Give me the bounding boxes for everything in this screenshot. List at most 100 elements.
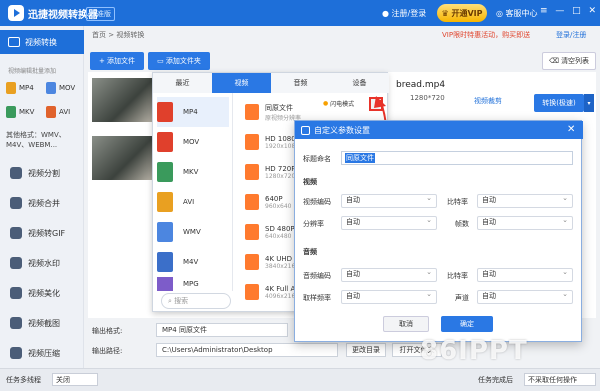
- sidebar-item-split[interactable]: 视频分割: [0, 160, 84, 186]
- format-mkv[interactable]: MKV: [6, 102, 44, 122]
- cancel-button[interactable]: 取消: [383, 316, 429, 332]
- convert-button[interactable]: 转换(极速): [534, 94, 584, 112]
- user-icon: ●: [382, 9, 392, 18]
- tab-video[interactable]: 视频: [212, 73, 271, 93]
- channel-select[interactable]: 自动: [477, 290, 573, 304]
- output-format-label: 输出格式:: [92, 327, 123, 335]
- window-controls: ≡ — □ ✕: [540, 6, 596, 16]
- gif-icon: [10, 227, 22, 239]
- resolution-select[interactable]: 自动: [341, 216, 437, 230]
- folder-icon: ▭: [157, 57, 166, 65]
- multi-thread-select[interactable]: 关闭: [52, 373, 98, 386]
- list-item[interactable]: AVI: [157, 187, 229, 217]
- vip-label: 开通VIP: [451, 8, 483, 18]
- list-item[interactable]: MOV: [157, 127, 229, 157]
- name-label: 标题命名: [303, 155, 331, 163]
- video-codec-label: 视频编码: [303, 198, 331, 206]
- video-file-icon: [245, 284, 259, 300]
- sample-rate-select[interactable]: 自动: [341, 290, 437, 304]
- crown-icon: ♛: [441, 8, 452, 18]
- menu-icon[interactable]: ≡: [540, 6, 548, 16]
- add-folder-button[interactable]: ▭ 添加文件夹: [148, 52, 210, 70]
- format-label: MOV: [183, 138, 200, 146]
- tab-audio[interactable]: 音频: [271, 73, 330, 93]
- resolution-name: SD 480P: [265, 224, 295, 233]
- video-thumbnail[interactable]: [92, 78, 152, 122]
- list-item[interactable]: WMV: [157, 217, 229, 247]
- sidebar-item-gif[interactable]: 视频转GIF: [0, 220, 84, 246]
- vip-promo[interactable]: VIP限时特惠活动，购买即送: [442, 30, 530, 40]
- bitrate-select[interactable]: 自动: [477, 194, 573, 208]
- video-crop-link[interactable]: 视频裁剪: [474, 96, 502, 106]
- settings-icon: [301, 125, 310, 135]
- output-format-select[interactable]: MP4 同原文件: [156, 323, 288, 337]
- flash-mode-toggle[interactable]: ● 闪电模式: [323, 99, 354, 108]
- video-codec-select[interactable]: 自动: [341, 194, 437, 208]
- audio-section-title: 音频: [303, 248, 317, 256]
- multi-thread-label: 任务多线程: [6, 376, 41, 384]
- format-label: M4V: [183, 258, 199, 266]
- beautify-icon: [10, 287, 22, 299]
- avi-icon: [157, 192, 173, 212]
- status-bar: 任务多线程 关闭 任务完成后 不采取任何操作: [0, 368, 600, 391]
- other-formats[interactable]: 其他格式：WMV、M4V、WEBM...: [6, 130, 80, 150]
- list-item[interactable]: MPG: [157, 277, 229, 291]
- login-label: 注册/登录: [391, 9, 427, 18]
- plus-icon: +: [98, 57, 108, 65]
- sidebar-item-screenshot[interactable]: 视频截图: [0, 310, 84, 336]
- merge-icon: [10, 197, 22, 209]
- header-login-link[interactable]: 登录/注册: [556, 30, 586, 40]
- sidebar-item-label: 视频压缩: [28, 348, 60, 358]
- dialog-title: 自定义参数设置: [314, 125, 370, 135]
- file-name: bread.mp4: [396, 80, 446, 90]
- sidebar-item-label: 视频合并: [28, 198, 60, 208]
- watermark-icon: [10, 257, 22, 269]
- clear-list-label: 清空列表: [561, 57, 590, 65]
- add-file-label: 添加文件: [107, 57, 136, 65]
- ok-button[interactable]: 确定: [441, 316, 493, 332]
- video-thumbnail[interactable]: [92, 136, 152, 180]
- video-file-icon: [245, 194, 259, 210]
- format-mp4[interactable]: MP4: [6, 78, 44, 98]
- sidebar-item-compress[interactable]: 视频压缩: [0, 340, 84, 366]
- login-link[interactable]: ● 注册/登录: [382, 8, 426, 19]
- channel-label: 声道: [455, 294, 469, 302]
- mpg-icon: [157, 277, 173, 291]
- sidebar-item-merge[interactable]: 视频合并: [0, 190, 84, 216]
- close-icon[interactable]: ✕: [567, 124, 575, 135]
- audio-bitrate-select[interactable]: 自动: [477, 268, 573, 282]
- name-input[interactable]: 同原文件: [341, 151, 573, 165]
- tab-recent[interactable]: 最近: [153, 73, 212, 93]
- format-avi[interactable]: AVI: [46, 102, 84, 122]
- audio-codec-select[interactable]: 自动: [341, 268, 437, 282]
- dialog-title-bar: 自定义参数设置: [295, 121, 583, 139]
- mkv-icon: [157, 162, 173, 182]
- minimize-icon[interactable]: —: [555, 6, 564, 16]
- tab-device[interactable]: 设备: [330, 73, 389, 93]
- add-file-button[interactable]: + 添加文件: [90, 52, 144, 70]
- format-mov[interactable]: MOV: [46, 78, 84, 98]
- sidebar-item-beautify[interactable]: 视频美化: [0, 280, 84, 306]
- maximize-icon[interactable]: □: [572, 6, 581, 16]
- service-link[interactable]: ◎ 客服中心: [496, 8, 538, 19]
- app-logo-icon: [8, 5, 24, 21]
- list-item[interactable]: MP4: [157, 97, 229, 127]
- sidebar-item-video-convert[interactable]: 视频转换: [0, 30, 84, 54]
- list-item[interactable]: MKV: [157, 157, 229, 187]
- video-file-icon: [245, 224, 259, 240]
- format-label: MP4: [19, 84, 34, 92]
- vip-button[interactable]: ♛ 开通VIP: [437, 4, 487, 22]
- sidebar-item-watermark[interactable]: 视频水印: [0, 250, 84, 276]
- output-path-field[interactable]: C:\Users\Administrator\Desktop: [156, 343, 338, 357]
- format-search-input[interactable]: ⌕ 搜索: [161, 293, 231, 309]
- list-item[interactable]: M4V: [157, 247, 229, 277]
- trash-icon: ⌫: [548, 57, 562, 65]
- mov-icon: [46, 82, 56, 94]
- convert-dropdown[interactable]: ▾: [584, 94, 594, 112]
- add-folder-label: 添加文件夹: [165, 57, 201, 65]
- close-icon[interactable]: ✕: [588, 6, 596, 16]
- fps-select[interactable]: 自动: [477, 216, 573, 230]
- change-dir-button[interactable]: 更改目录: [346, 343, 386, 357]
- clear-list-button[interactable]: ⌫ 清空列表: [542, 52, 596, 70]
- task-done-select[interactable]: 不采取任何操作: [524, 373, 596, 386]
